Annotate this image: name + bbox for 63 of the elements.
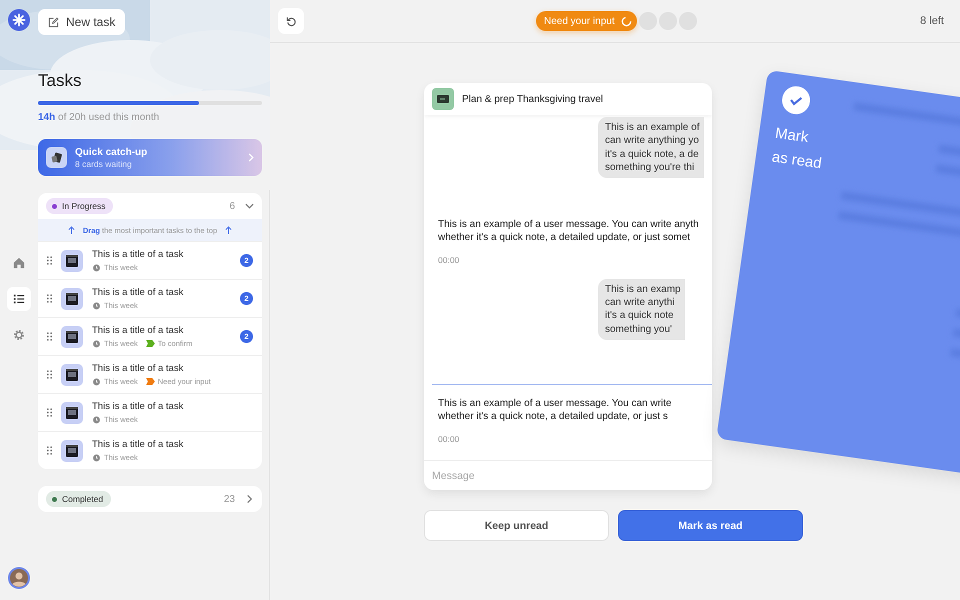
keep-unread-button[interactable]: Keep unread — [424, 510, 609, 541]
alarm-clock-icon — [92, 377, 101, 386]
message-input[interactable]: Message — [424, 460, 712, 490]
arrow-up-icon — [68, 226, 75, 234]
status-pill: Need your input — [536, 11, 637, 31]
drag-handle-icon[interactable] — [47, 408, 52, 417]
drag-handle-icon[interactable] — [47, 446, 52, 455]
arrow-up-icon — [225, 226, 232, 234]
calendar-icon — [61, 364, 83, 386]
ticket-icon — [432, 88, 454, 110]
new-task-button[interactable]: New task — [38, 9, 126, 35]
remaining-count: 8 left — [920, 15, 944, 27]
drag-handle-icon[interactable] — [47, 332, 52, 341]
alarm-clock-icon — [92, 453, 101, 462]
group-count: 6 — [229, 200, 235, 212]
chevron-down-icon[interactable] — [246, 494, 252, 504]
drag-handle-icon[interactable] — [47, 370, 52, 379]
drag-handle-icon[interactable] — [47, 256, 52, 265]
swipe-label: Mark as read — [770, 124, 824, 174]
alarm-clock-icon — [92, 415, 101, 424]
chat-title: Plan & prep Thanksgiving travel — [462, 94, 604, 104]
task-title: This is a title of a task — [92, 363, 184, 374]
task-title: This is a title of a task — [92, 287, 184, 298]
chevron-down-icon[interactable] — [245, 203, 254, 209]
spinner-icon — [620, 16, 632, 26]
group-label[interactable]: In Progress — [46, 198, 114, 214]
logo-icon[interactable] — [8, 9, 30, 31]
calendar-icon — [61, 250, 83, 272]
alarm-clock-icon — [92, 301, 101, 310]
group-label[interactable]: Completed — [46, 491, 112, 507]
quick-catch-up-card[interactable]: Quick catch-up 8 cards waiting — [38, 139, 262, 176]
message-bubble: This is an examp can write anythi it's a quick note something you' — [598, 278, 685, 340]
message-bubble: This is an example of can write anything yo it's a quick note, a de something you're thi — [598, 117, 704, 178]
calendar-icon — [61, 402, 83, 424]
tasks-title: Tasks — [38, 71, 82, 91]
edit-icon — [48, 16, 59, 28]
group-count: 23 — [224, 494, 235, 504]
refresh-icon — [286, 16, 296, 26]
calendar-icon — [61, 326, 83, 348]
task-title: This is a title of a task — [92, 439, 184, 450]
catch-up-title: Quick catch-up — [75, 146, 148, 158]
message-time: 00:00 — [438, 434, 460, 444]
calendar-icon — [61, 288, 83, 310]
alarm-clock-icon — [92, 263, 101, 272]
list-icon[interactable] — [7, 287, 31, 311]
task-title: This is a title of a task — [92, 325, 184, 336]
usage-text: 14h of 20h used this month — [38, 112, 160, 123]
check-icon — [780, 84, 812, 116]
task-title: This is a title of a task — [92, 249, 184, 260]
refresh-button[interactable] — [278, 8, 304, 34]
task-title: This is a title of a task — [92, 401, 184, 412]
catch-up-subtitle: 8 cards waiting — [75, 158, 133, 168]
message-text: This is an example of a user message. You can write anyth whether it's a quick note, a detailed update, or just somet — [438, 218, 699, 245]
avatar[interactable] — [8, 567, 30, 589]
drag-handle-icon[interactable] — [47, 294, 52, 303]
step-dot — [638, 12, 657, 30]
mark-as-read-button[interactable]: Mark as read — [618, 510, 803, 541]
message-time: 00:00 — [438, 254, 460, 265]
alarm-clock-icon — [92, 339, 101, 348]
message-text: This is an example of a user message. You can write whether it's a quick note, a detailed update, or just s — [438, 396, 672, 424]
cards-icon — [46, 147, 67, 168]
chevron-right-icon — [248, 153, 254, 162]
calendar-icon — [61, 440, 83, 462]
